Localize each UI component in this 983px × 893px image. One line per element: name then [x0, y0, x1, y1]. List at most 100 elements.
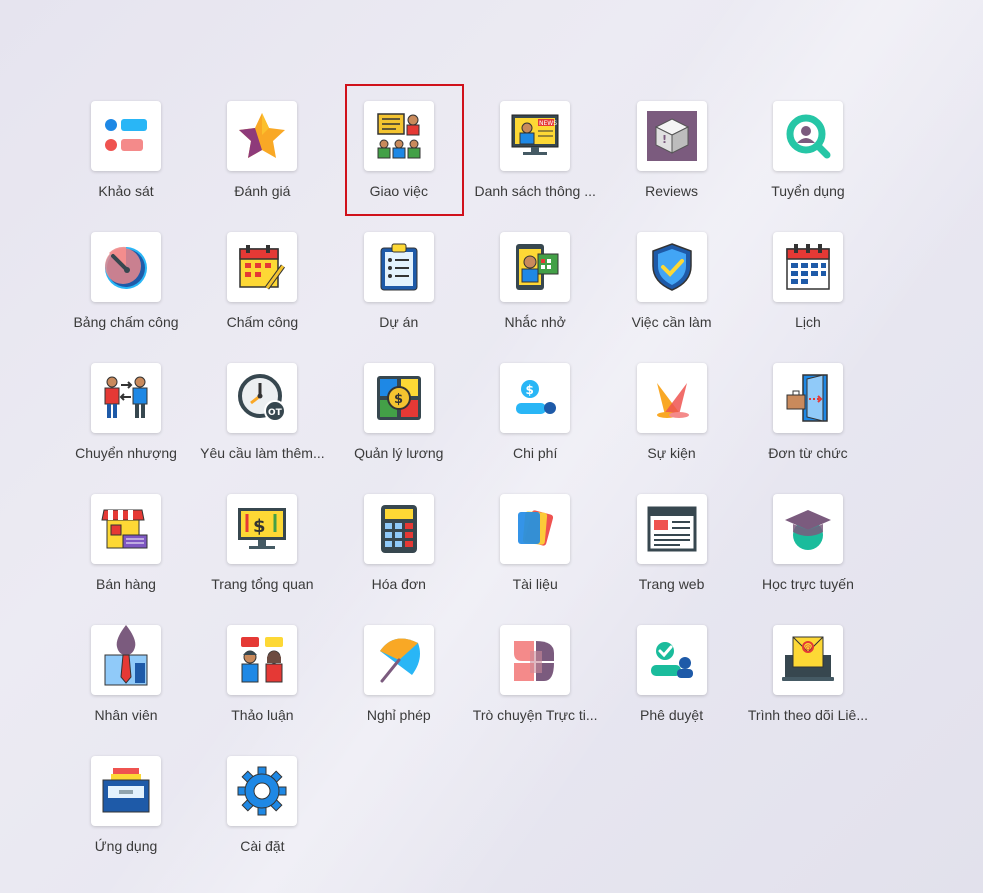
recruitment-search-icon: [772, 101, 843, 171]
shield-check-icon: [636, 232, 707, 302]
app-tuyen-dung[interactable]: Tuyển dụng: [740, 101, 876, 232]
app-trang-tong-quan[interactable]: $ Trang tổng quan: [194, 494, 330, 625]
calendar-icon: [772, 232, 843, 302]
app-su-kien[interactable]: Sự kiện: [604, 363, 740, 494]
app-phe-duyet[interactable]: Phê duyệt: [604, 625, 740, 756]
app-hoa-don[interactable]: Hóa đơn: [331, 494, 467, 625]
app-label: Reviews: [645, 183, 699, 199]
app-ban-hang[interactable]: Bán hàng: [58, 494, 194, 625]
app-label: Học trực tuyến: [762, 576, 854, 592]
app-giao-viec[interactable]: Giao việc: [331, 101, 467, 232]
graduation-cap-icon: [772, 494, 843, 564]
calendar-pen-icon: [227, 232, 298, 302]
app-reviews[interactable]: ! Reviews: [604, 101, 740, 232]
shop-cart-icon: [91, 494, 161, 564]
app-danh-gia[interactable]: Đánh giá: [194, 101, 330, 232]
app-label: Trình theo dõi Liê...: [747, 707, 868, 723]
app-label: Chuyển nhượng: [75, 445, 177, 461]
app-label: Hóa đơn: [371, 576, 426, 592]
employee-tie-icon: [91, 625, 161, 695]
umbrella-icon: [363, 625, 434, 695]
payroll-icon: $: [363, 363, 434, 433]
app-nhac-nho[interactable]: Nhắc nhở: [467, 232, 603, 363]
app-label: Bảng chấm công: [73, 314, 179, 330]
app-thao-luan[interactable]: Thảo luận: [194, 625, 330, 756]
svg-text:$: $: [253, 516, 266, 537]
app-trang-web[interactable]: Trang web: [604, 494, 740, 625]
app-label: Tuyển dụng: [771, 183, 845, 199]
website-icon: [636, 494, 707, 564]
app-label: Chấm công: [226, 314, 299, 330]
app-label: Tài liệu: [512, 576, 558, 592]
app-label: Yêu cầu làm thêm...: [200, 445, 325, 461]
app-bang-cham-cong[interactable]: Bảng chấm công: [58, 232, 194, 363]
star-icon: [227, 101, 298, 171]
event-spotlight-icon: [636, 363, 707, 433]
dashboard-monitor-icon: $: [227, 494, 298, 564]
app-tro-chuyen-truc-tiep[interactable]: Trò chuyện Trực ti...: [467, 625, 603, 756]
news-icon: NEWS: [500, 101, 571, 171]
box-review-icon: !: [636, 101, 707, 171]
app-label: Chi phí: [512, 445, 558, 461]
email-laptop-icon: @: [772, 625, 843, 695]
svg-text:@: @: [804, 643, 812, 652]
svg-text:$: $: [526, 383, 534, 397]
app-chi-phi[interactable]: $ Chi phí: [467, 363, 603, 494]
app-label: Dự án: [379, 314, 419, 330]
app-nhan-vien[interactable]: Nhân viên: [58, 625, 194, 756]
svg-text:OT: OT: [268, 408, 283, 418]
app-label: Lịch: [795, 314, 821, 330]
app-label: Sự kiện: [647, 445, 696, 461]
survey-icon: [91, 101, 161, 171]
app-label: Trang web: [638, 576, 705, 592]
app-viec-can-lam[interactable]: Việc cần làm: [604, 232, 740, 363]
app-chuyen-nhuong[interactable]: Chuyển nhượng: [58, 363, 194, 494]
app-label: Danh sách thông ...: [474, 183, 596, 199]
app-label: Nhắc nhở: [504, 314, 566, 330]
app-label: Giao việc: [369, 183, 428, 199]
app-yeu-cau-lam-them[interactable]: OT Yêu cầu làm thêm...: [194, 363, 330, 494]
app-cai-dat[interactable]: Cài đặt: [194, 756, 330, 887]
calculator-icon: [363, 494, 434, 564]
svg-text:NEWS: NEWS: [539, 120, 557, 127]
expense-icon: $: [500, 363, 571, 433]
app-label: Khảo sát: [98, 183, 154, 199]
app-don-tu-chuc[interactable]: Đơn từ chức: [740, 363, 876, 494]
app-label: Bán hàng: [96, 576, 156, 592]
app-label: Trò chuyện Trực ti...: [472, 707, 598, 723]
app-trinh-theo-doi-lien-he[interactable]: @ Trình theo dõi Liê...: [740, 625, 876, 756]
app-label: Nghỉ phép: [366, 707, 431, 723]
app-danh-sach-thong-bao[interactable]: NEWS Danh sách thông ...: [467, 101, 603, 232]
app-label: Đơn từ chức: [768, 445, 848, 461]
discussion-icon: [227, 625, 298, 695]
app-label: Đánh giá: [234, 183, 291, 199]
team-assignment-icon: [363, 101, 434, 171]
app-label: Quản lý lương: [354, 445, 444, 461]
svg-text:$: $: [394, 392, 403, 407]
app-hoc-truc-tuyen[interactable]: Học trực tuyến: [740, 494, 876, 625]
documents-icon: [500, 494, 571, 564]
gauge-icon: [91, 232, 161, 302]
app-ung-dung[interactable]: Ứng dụng: [58, 756, 194, 887]
overtime-clock-icon: OT: [227, 363, 298, 433]
app-nghi-phep[interactable]: Nghỉ phép: [331, 625, 467, 756]
app-tai-lieu[interactable]: Tài liệu: [467, 494, 603, 625]
app-cham-cong[interactable]: Chấm công: [194, 232, 330, 363]
app-label: Việc cần làm: [631, 314, 712, 330]
app-drawer-icon: [91, 756, 161, 826]
app-label: Cài đặt: [240, 838, 285, 854]
app-label: Phê duyệt: [640, 707, 704, 723]
app-label: Ứng dụng: [94, 838, 158, 854]
svg-text:!: !: [662, 133, 667, 146]
transfer-people-icon: [91, 363, 161, 433]
approval-icon: [636, 625, 707, 695]
app-khao-sat[interactable]: Khảo sát: [58, 101, 194, 232]
app-label: Trang tổng quan: [211, 576, 314, 592]
reminder-phone-icon: [500, 232, 571, 302]
app-grid: Khảo sát Đánh giá Giao việc NEWS Danh sá…: [58, 101, 876, 887]
app-du-an[interactable]: Dự án: [331, 232, 467, 363]
live-chat-icon: [500, 625, 571, 695]
app-lich[interactable]: Lịch: [740, 232, 876, 363]
gear-icon: [227, 756, 298, 826]
app-quan-ly-luong[interactable]: $ Quản lý lương: [331, 363, 467, 494]
